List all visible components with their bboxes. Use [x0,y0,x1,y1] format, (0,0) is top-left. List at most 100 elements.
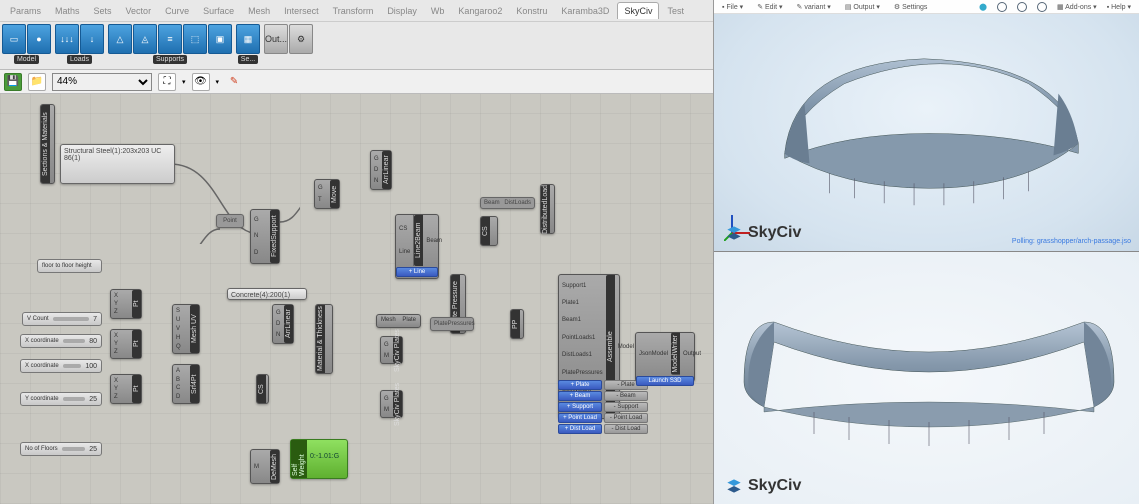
ribbon-support1-button[interactable]: △ [108,24,132,54]
ribbon-point-button[interactable]: ● [27,24,51,54]
view-toggle-4[interactable] [1037,2,1047,12]
remove-beam-button[interactable]: - Beam [604,391,648,401]
skyciv-plates-node-2[interactable]: GMSkyCiv Plates [380,390,403,418]
ribbon-settings-button[interactable]: ⚙ [289,24,313,54]
tab-vector[interactable]: Vector [120,3,158,19]
ribbon-out-button[interactable]: Out... [264,24,288,54]
point-label: Point [216,214,244,228]
grasshopper-canvas[interactable]: Sections & Materials Structural Steel(1)… [0,94,713,504]
menu-edit[interactable]: ✎ Edit ▾ [757,3,782,11]
plate-pressure-node-2[interactable]: PP [510,309,524,339]
tab-konstru[interactable]: Konstru [510,3,553,19]
tab-surface[interactable]: Surface [197,3,240,19]
tab-wb[interactable]: Wb [425,3,451,19]
tab-sets[interactable]: Sets [88,3,118,19]
preview-button[interactable]: 👁 [192,73,210,91]
move-node[interactable]: GTMove [314,179,340,209]
point-node-3[interactable]: XYZPt [110,374,142,404]
tab-transform[interactable]: Transform [327,3,380,19]
skyciv-3d-view-bottom[interactable]: SkyCiv [714,252,1139,504]
ribbon-support3-button[interactable]: ≡ [158,24,182,54]
tab-curve[interactable]: Curve [159,3,195,19]
ribbon-se-label: Se... [238,55,258,64]
x-coordinate-slider-1[interactable]: X coordinate80 [20,334,102,348]
structural-steel-panel[interactable]: Structural Steel(1):203x203 UC 86(1) [60,144,175,184]
skyciv-plates-node-1[interactable]: GMSkyCiv Plates [380,336,403,364]
zoom-extents-button[interactable]: ⛶ [158,73,176,91]
self-weight-node[interactable]: Self Weight0:-1.01:G [290,439,348,479]
no-floors-slider[interactable]: No of Floors25 [20,442,102,456]
fixed-support-node[interactable]: GNDFixedSupport [250,209,280,264]
material-thickness-node[interactable]: Material & Thickness [315,304,333,374]
add-plate-button[interactable]: + Plate [558,380,602,390]
ribbon-support5-button[interactable]: ▣ [208,24,232,54]
mesh-uv-node[interactable]: SUVHQMesh UV [172,304,200,354]
x-coordinate-slider-2[interactable]: X coordinate100 [20,359,102,373]
tab-params[interactable]: Params [4,3,47,19]
zoom-select[interactable]: 44% [52,73,152,91]
sketch-button[interactable]: ✎ [225,73,243,91]
save-button[interactable]: 💾 [4,73,22,91]
ribbon-load2-button[interactable]: ↓ [80,24,104,54]
menu-file[interactable]: ▪ File ▾ [722,3,743,11]
arr-linear-node-2[interactable]: GDNArrLinear [272,304,294,344]
view-toggle-2[interactable] [997,2,1007,12]
tab-karamba3d[interactable]: Karamba3D [555,3,615,19]
ribbon-se-button[interactable]: ▦ [236,24,260,54]
menu-addons[interactable]: ▦ Add-ons ▾ [1057,3,1097,11]
point-node-2[interactable]: XYZPt [110,329,142,359]
skyciv-bottom-panel: SkyCiv [714,252,1139,504]
model-writer-node[interactable]: JsonModel ModelWriter Output Launch S3D [635,332,695,382]
ribbon-line-button[interactable]: ▭ [2,24,26,54]
ribbon-model-label: Model [14,55,39,64]
y-coordinate-slider[interactable]: Y coordinate25 [20,392,102,406]
add-support-button[interactable]: + Support [558,402,602,412]
add-line-button[interactable]: + Line [396,267,438,277]
line2beam-node[interactable]: CSLineLine2BeamBeam + Line [395,214,439,279]
tab-bar: Params Maths Sets Vector Curve Surface M… [0,0,713,22]
tab-display[interactable]: Display [381,3,423,19]
menu-settings[interactable]: ⚙ Settings [894,3,928,11]
skyciv-top-panel: ▪ File ▾ ✎ Edit ▾ ✎ variant ▾ ▤ Output ▾… [714,0,1139,252]
concrete-panel[interactable]: Concrete(4):200(1) [227,288,307,300]
v-count-slider[interactable]: V Count7 [22,312,102,326]
menu-output[interactable]: ▤ Output ▾ [845,3,880,11]
tab-intersect[interactable]: Intersect [278,3,325,19]
polling-status: Polling: grasshopper/arch-passage.jso [1012,238,1131,245]
skyciv-logo: SkyCiv [724,223,801,243]
remove-point-load-button[interactable]: - Point Load [604,413,648,423]
point-node-1[interactable]: XYZPt [110,289,142,319]
plate-pressures-label: PlatePressures [430,317,474,331]
ribbon-support4-button[interactable]: ⬚ [183,24,207,54]
add-beam-button[interactable]: + Beam [558,391,602,401]
tab-kangaroo2[interactable]: Kangaroo2 [452,3,508,19]
tab-skyciv[interactable]: SkyCiv [617,2,659,19]
add-dist-load-button[interactable]: + Dist Load [558,424,602,434]
tab-maths[interactable]: Maths [49,3,86,19]
cs-node-small[interactable]: CS [480,216,498,246]
arr-linear-node-1[interactable]: GDNArrLinear [370,150,392,190]
ribbon-load1-button[interactable]: ↓↓↓ [55,24,79,54]
skyciv-logo-2: SkyCiv [724,476,801,496]
skyciv-3d-view-top[interactable]: SkyCiv Polling: grasshopper/arch-passage… [714,14,1139,251]
cs-node[interactable]: CS [256,374,269,404]
sections-materials-node[interactable]: Sections & Materials [40,104,55,184]
demesh-node[interactable]: MDeMesh [250,449,280,484]
remove-dist-load-button[interactable]: - Dist Load [604,424,648,434]
ribbon-loads-label: Loads [67,55,92,64]
add-point-load-button[interactable]: + Point Load [558,413,602,423]
distributed-load-node[interactable]: DistributedLoad [540,184,555,234]
menu-variant[interactable]: ✎ variant ▾ [797,3,831,11]
srf4pt-node[interactable]: ABCDSrf4Pt [172,364,200,404]
tab-test[interactable]: Test [661,3,690,19]
canvas-toolbar: 💾 📁 44% ⛶ ▾ 👁 ▾ ✎ [0,70,713,94]
launch-s3d-button[interactable]: Launch S3D [636,376,694,386]
remove-support-button[interactable]: - Support [604,402,648,412]
menu-help[interactable]: ▪ Help ▾ [1107,3,1131,11]
ribbon-support2-button[interactable]: ◬ [133,24,157,54]
tab-mesh[interactable]: Mesh [242,3,276,19]
floor-height-slider[interactable]: floor to floor height [37,259,102,273]
view-toggle-1[interactable]: ⬤ [979,3,987,11]
view-toggle-3[interactable] [1017,2,1027,12]
open-button[interactable]: 📁 [28,73,46,91]
